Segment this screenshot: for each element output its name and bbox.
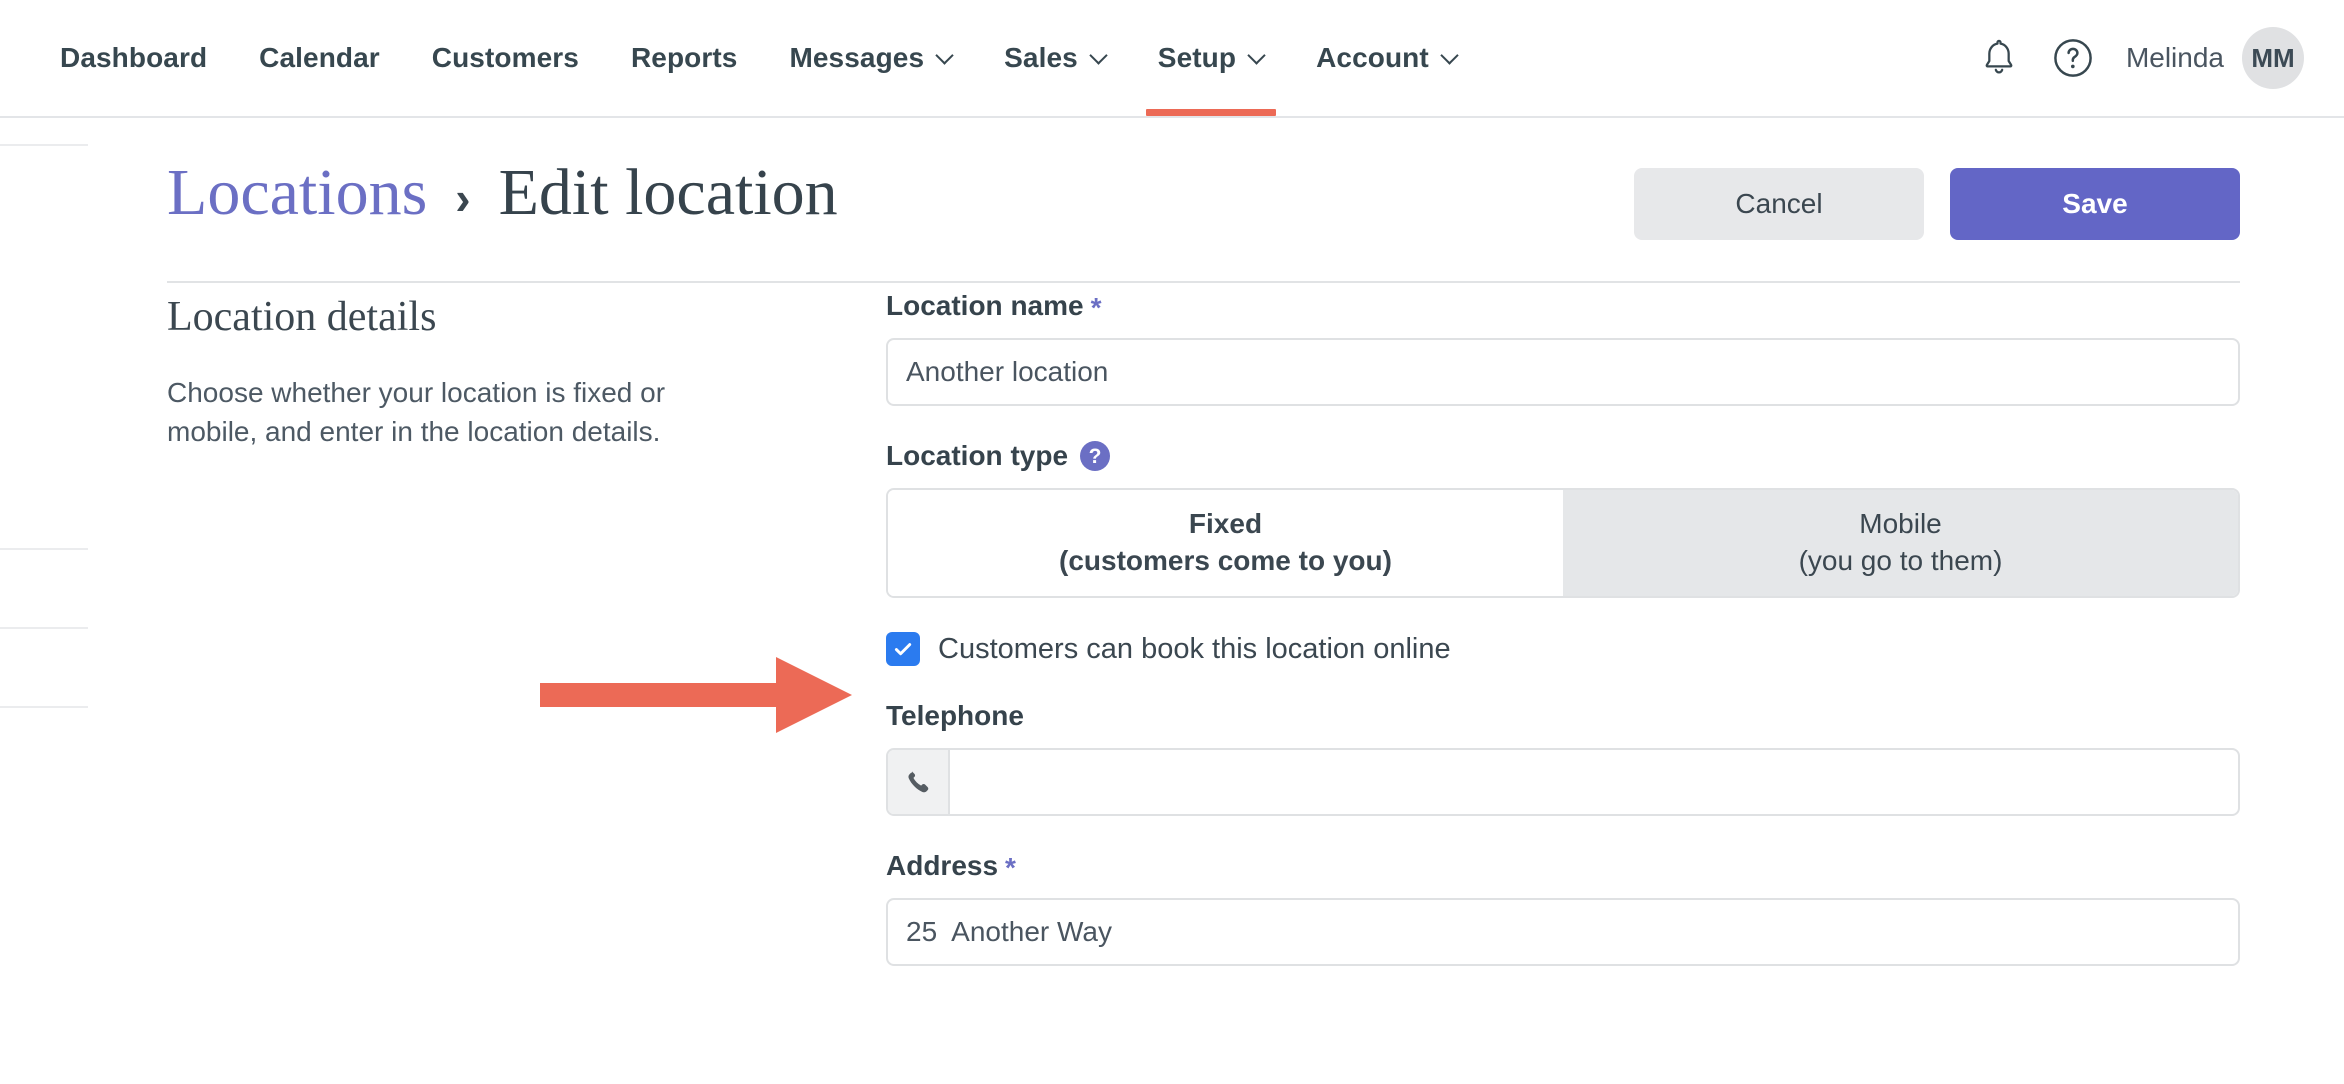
app-root: Dashboard Calendar Customers Reports Mes… [0,0,2344,1084]
telephone-label: Telephone [886,700,2240,732]
nav-label: Calendar [259,42,380,73]
page-header: Locations › Edit location Cancel Save [167,160,2240,280]
bg-divider [0,548,88,550]
bg-divider [0,144,88,146]
label-text: Telephone [886,700,1024,731]
avatar-initials: MM [2251,42,2295,73]
nav-label: Customers [431,42,579,73]
field-address: Address * [886,850,2240,966]
breadcrumb: Locations › Edit location [167,160,838,226]
help-circle-icon[interactable]: ? [1080,441,1111,471]
nav-label: Dashboard [60,42,208,73]
location-form: Location name * Location type ? Fixed (c… [886,290,2240,1000]
top-navigation-bar: Dashboard Calendar Customers Reports Mes… [0,0,2344,118]
location-type-segmented-control: Fixed (customers come to you) Mobile (yo… [886,488,2240,598]
avatar[interactable]: MM [2242,27,2304,89]
nav-label: Reports [630,42,738,73]
section-description: Choose whether your location is fixed or… [167,377,666,447]
phone-icon [908,771,929,793]
field-telephone: Telephone [886,700,2240,816]
nav-label: Account [1316,42,1429,73]
nav-item-reports[interactable]: Reports [605,0,764,116]
option-subtitle: (you go to them) [1798,545,2003,576]
cancel-button[interactable]: Cancel [1634,168,1924,240]
location-type-option-mobile[interactable]: Mobile (you go to them) [1563,490,2238,596]
nav-label: Messages [789,42,925,73]
nav-item-customers[interactable]: Customers [406,0,605,116]
section-title: Location details [167,294,437,340]
nav-item-calendar[interactable]: Calendar [233,0,406,116]
location-type-label: Location type ? [886,440,2240,472]
nav-item-setup[interactable]: Setup [1132,0,1290,116]
nav-label: Setup [1157,42,1237,73]
online-booking-checkbox[interactable] [886,632,920,666]
annotation-arrow [540,657,852,733]
breadcrumb-link-locations[interactable]: Locations [167,160,427,226]
help-button[interactable] [2036,21,2110,95]
page-title: Edit location [498,156,838,229]
location-type-option-fixed[interactable]: Fixed (customers come to you) [888,490,1563,596]
nav-label: Sales [1004,42,1078,73]
option-title: Fixed [1188,508,1263,540]
user-name-label: Melinda [2125,42,2224,73]
checkmark-icon [894,643,912,656]
required-indicator: * [1090,292,1102,323]
main-nav-items: Dashboard Calendar Customers Reports Mes… [34,0,1483,116]
notifications-button[interactable] [1962,21,2036,95]
online-booking-label[interactable]: Customers can book this location online [938,633,1451,666]
background-list-lines [0,118,88,1084]
header-actions: Cancel Save [1634,168,2240,240]
address-label: Address * [886,850,2240,883]
chevron-down-icon [1091,48,1106,63]
nav-utility-area: Melinda MM [1962,0,2304,116]
option-subtitle: (customers come to you) [1059,545,1392,576]
required-indicator: * [1005,852,1016,883]
location-name-input[interactable] [886,338,2240,406]
save-button[interactable]: Save [1950,168,2240,240]
telephone-addon [888,750,950,814]
question-circle-icon [2054,39,2092,77]
nav-item-sales[interactable]: Sales [978,0,1132,116]
nav-item-dashboard[interactable]: Dashboard [34,0,233,116]
chevron-down-icon [1442,48,1457,63]
online-booking-row: Customers can book this location online [886,632,2240,666]
header-divider [167,281,2240,283]
telephone-input[interactable] [950,750,2238,814]
nav-item-account[interactable]: Account [1290,0,1483,116]
location-details-panel: Location details Choose whether your loc… [167,294,767,451]
field-location-name: Location name * [886,290,2240,406]
field-location-type: Location type ? Fixed (customers come to… [886,440,2240,598]
chevron-down-icon [1249,48,1264,63]
label-text: Location name [886,290,1084,321]
nav-item-messages[interactable]: Messages [763,0,978,116]
telephone-input-group [886,748,2240,816]
location-name-label: Location name * [886,290,2240,323]
option-title: Mobile [1859,508,1942,540]
breadcrumb-separator-icon: › [455,172,471,224]
bg-divider [0,706,88,708]
bell-icon [1985,39,2013,74]
label-text: Location type [886,440,1069,471]
address-input[interactable] [886,898,2240,966]
bg-divider [0,627,88,629]
label-text: Address [886,850,999,881]
chevron-down-icon [937,48,952,63]
